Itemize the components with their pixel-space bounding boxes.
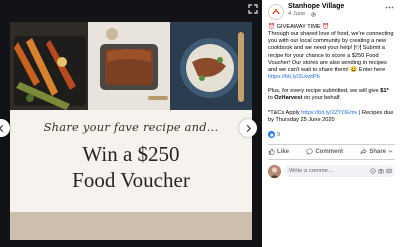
stanhope-logo-icon <box>271 7 281 17</box>
comment-input[interactable] <box>289 168 368 175</box>
donation-amount: $1* <box>380 88 389 95</box>
user-photo-icon <box>268 164 281 178</box>
entry-link[interactable]: https://bit.ly/2LkwtPb <box>268 74 320 80</box>
page-name-link[interactable]: Stanhope Village <box>288 3 383 11</box>
like-button[interactable]: Like <box>268 148 289 155</box>
share-label: Share <box>369 148 386 155</box>
charity-name: OzHarvest <box>274 95 303 102</box>
comment-icon <box>306 148 313 156</box>
more-icon <box>385 6 393 8</box>
actions-divider-bottom <box>268 158 395 160</box>
comment-label: Comment <box>315 148 343 155</box>
more-options-button[interactable] <box>383 3 395 11</box>
chevron-left-icon <box>0 124 3 132</box>
reaction-count: 9 <box>277 131 281 138</box>
headline-prize-line2: Food Voucher <box>72 168 190 192</box>
donation-text: Plus, for every recipe submitted, we wil… <box>268 88 379 95</box>
photo-viewer[interactable]: Share your fave recipe and... Win a $250… <box>0 0 262 247</box>
food-photos <box>10 22 252 118</box>
giveaway-description: Through our shared love of food, we're c… <box>268 31 394 73</box>
post-text: ⏰ GIVEAWAY TIME ⏰ Through our shared lov… <box>268 24 395 124</box>
share-button[interactable]: Share <box>360 148 395 155</box>
post-meta: 4 June · <box>288 11 383 18</box>
headline-script-text: Share your fave recipe and... <box>43 120 219 134</box>
fullscreen-icon[interactable] <box>248 4 258 14</box>
comment-button[interactable]: Comment <box>306 148 343 156</box>
chevron-down-icon <box>388 150 393 154</box>
post-paragraph-2: Plus, for every recipe submitted, we wil… <box>268 88 395 102</box>
meta-separator: · <box>305 11 309 17</box>
giveaway-title: GIVEAWAY TIME <box>276 24 321 30</box>
next-photo-button[interactable] <box>239 119 257 137</box>
chevron-right-icon <box>246 124 251 132</box>
reactions-summary[interactable]: 9 <box>268 131 395 139</box>
post-panel: Stanhope Village 4 June · ⏰ GIVEAWAY TIM… <box>262 0 400 247</box>
gif-icon[interactable] <box>386 168 392 174</box>
previous-photo-button[interactable] <box>0 119 10 137</box>
donation-text-end: on your behalf. <box>303 95 342 102</box>
alarm-emoji: ⏰ <box>322 24 330 30</box>
share-icon <box>360 148 368 155</box>
page-avatar[interactable] <box>268 4 284 20</box>
post-paragraph-3: *T&Cs Apply https://bit.ly/2ZYOEmv | Rec… <box>268 110 395 124</box>
terms-link[interactable]: https://bit.ly/2ZYOEmv <box>301 110 357 116</box>
alarm-emoji: ⏰ <box>268 24 276 30</box>
donation-text-to: to <box>268 95 273 102</box>
post-paragraph-1: ⏰ GIVEAWAY TIME ⏰ Through our shared lov… <box>268 24 395 81</box>
like-label: Like <box>277 148 290 155</box>
globe-icon <box>311 12 316 17</box>
post-image: Share your fave recipe and... Win a $250… <box>10 22 252 240</box>
headline-prize-line1: Win a $250 <box>82 142 180 166</box>
post-date[interactable]: 4 June <box>288 11 305 18</box>
comment-box[interactable] <box>284 165 395 178</box>
post-header: Stanhope Village 4 June · <box>268 3 395 23</box>
thumbs-up-icon <box>270 133 274 137</box>
like-icon <box>268 148 275 155</box>
camera-icon[interactable] <box>378 168 384 174</box>
comment-composer <box>268 164 395 178</box>
user-avatar[interactable] <box>268 164 281 178</box>
brown-paper-strip <box>10 212 252 240</box>
emoji-icon[interactable] <box>370 168 376 175</box>
like-reaction-icon <box>268 131 275 139</box>
post-actions: Like Comment Share <box>268 145 395 159</box>
post-header-text: Stanhope Village 4 June · <box>288 3 383 18</box>
terms-text: *T&Cs Apply <box>268 109 300 116</box>
photo-post-view: Share your fave recipe and... Win a $250… <box>0 0 400 247</box>
